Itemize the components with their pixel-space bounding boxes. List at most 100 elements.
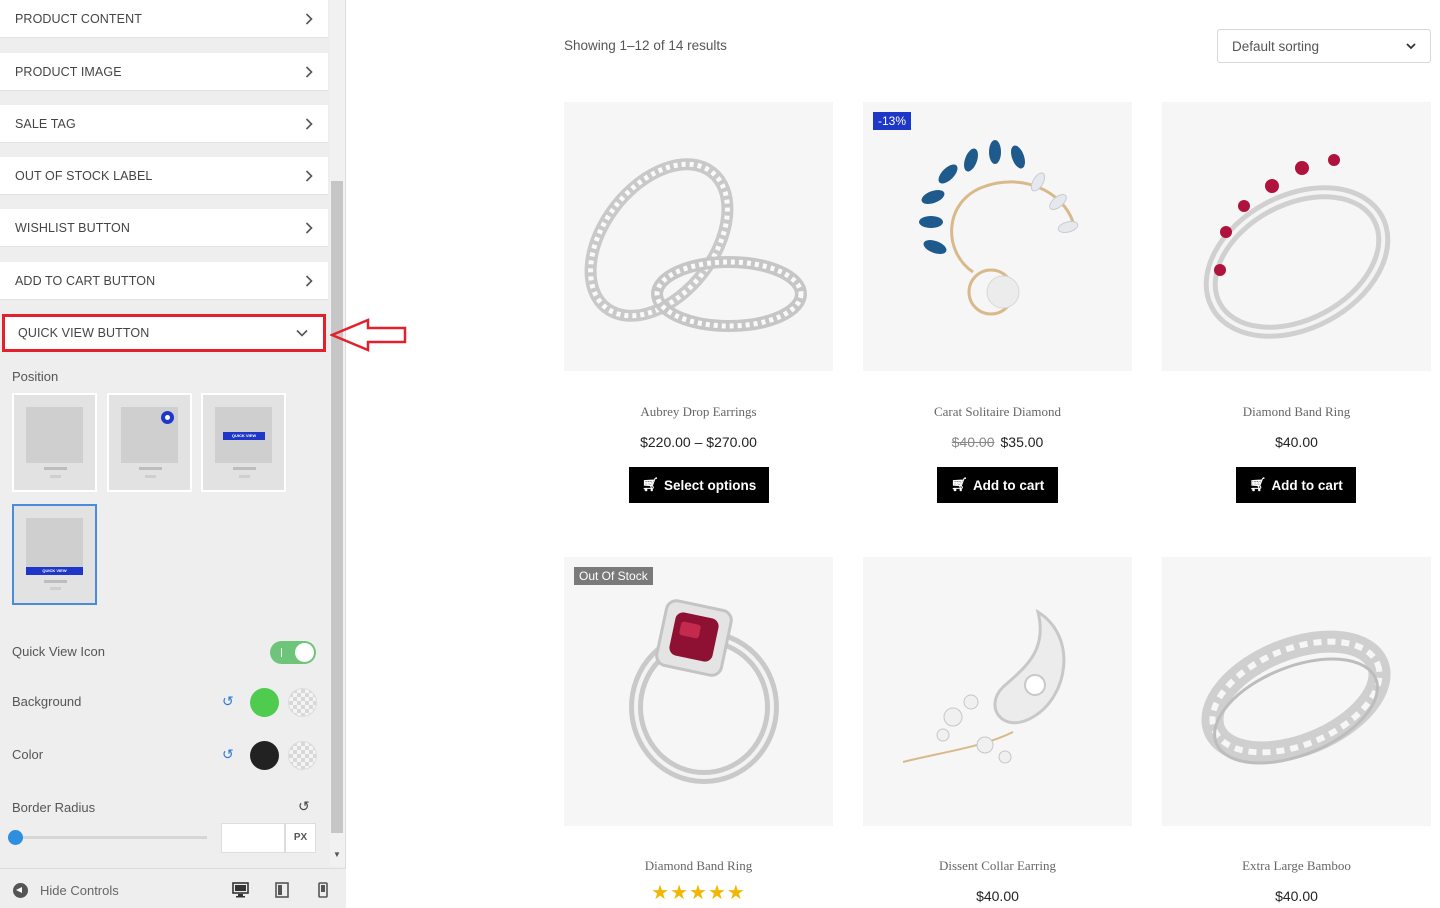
product-name[interactable]: Diamond Band Ring — [564, 858, 833, 874]
scroll-down-arrow-icon[interactable]: ▼ — [331, 850, 343, 864]
ruby-band-ring-image — [1203, 154, 1391, 339]
brooch-image — [919, 140, 1079, 316]
text-color-swatch[interactable] — [250, 741, 279, 770]
border-radius-unit[interactable]: PX — [285, 823, 316, 853]
product-image[interactable] — [1162, 557, 1431, 826]
sale-price: $35.00 — [1000, 434, 1044, 450]
diamond-collar-earring-image — [902, 608, 1066, 764]
chevron-right-icon — [305, 169, 313, 182]
product-name[interactable]: Extra Large Bamboo — [1162, 858, 1431, 874]
add-to-cart-button[interactable]: 🛒︎ Add to cart — [937, 467, 1058, 503]
chevron-down-icon — [1406, 42, 1416, 49]
border-radius-slider-track[interactable] — [16, 836, 207, 839]
position-option-bottom-bar[interactable]: QUICK VIEW — [12, 504, 97, 605]
sorting-select[interactable]: Default sorting — [1217, 29, 1431, 63]
position-label: Position — [12, 369, 59, 384]
thumb-line — [44, 580, 67, 583]
product-price: $40.00 — [976, 888, 1019, 904]
section-product-image[interactable]: PRODUCT IMAGE — [0, 53, 328, 91]
sidebar-scrollbar-thumb[interactable] — [331, 181, 343, 833]
mobile-preview-icon[interactable] — [318, 882, 328, 903]
section-product-content[interactable]: PRODUCT CONTENT — [0, 0, 328, 38]
hide-controls-icon[interactable] — [13, 883, 28, 898]
position-option-icon[interactable] — [107, 393, 192, 492]
chevron-right-icon — [305, 274, 313, 287]
button-label: Add to cart — [972, 477, 1045, 493]
product-image[interactable] — [564, 102, 833, 371]
quick-view-icon-toggle[interactable] — [270, 641, 316, 664]
product-name[interactable]: Diamond Band Ring — [1162, 404, 1431, 420]
section-add-to-cart-button[interactable]: ADD TO CART BUTTON — [0, 262, 328, 300]
section-label: PRODUCT CONTENT — [15, 11, 142, 26]
background-transparent-swatch[interactable] — [288, 688, 317, 717]
section-label: ADD TO CART BUTTON — [15, 273, 156, 288]
product-image[interactable]: Out Of Stock — [564, 557, 833, 826]
product-price: $40.00 — [1275, 888, 1318, 904]
chevron-right-icon — [305, 65, 313, 78]
product-name[interactable]: Carat Solitaire Diamond — [863, 404, 1132, 420]
product-image[interactable]: -13% — [863, 102, 1132, 371]
desktop-preview-icon[interactable] — [232, 882, 249, 903]
diamond-rings-image — [584, 158, 807, 332]
background-label: Background — [12, 694, 82, 709]
thumb-quick-view-button: QUICK VIEW — [223, 432, 265, 440]
section-wishlist-button[interactable]: WISHLIST BUTTON — [0, 209, 328, 247]
background-color-swatch[interactable] — [250, 688, 279, 717]
product-name[interactable]: Aubrey Drop Earrings — [564, 404, 833, 420]
product-price: $40.00 — [1275, 434, 1318, 450]
shop-preview: Showing 1–12 of 14 results Default sorti… — [346, 0, 1440, 908]
border-radius-slider-handle[interactable] — [8, 830, 23, 845]
section-label: SALE TAG — [15, 116, 76, 131]
thumb-quick-view-bar: QUICK VIEW — [26, 567, 83, 575]
chevron-right-icon — [305, 221, 313, 234]
cart-icon: 🛒︎ — [950, 477, 968, 492]
thumb-line — [44, 467, 67, 470]
border-radius-label: Border Radius — [12, 800, 96, 815]
sidebar-footer: Hide Controls — [0, 868, 346, 908]
cart-icon: 🛒︎ — [641, 477, 659, 492]
cart-icon: 🛒︎ — [1249, 477, 1267, 492]
position-option-center-button[interactable]: QUICK VIEW — [201, 393, 286, 492]
background-reset-icon[interactable]: ↺ — [222, 693, 234, 710]
thumb-line — [239, 475, 250, 478]
add-to-cart-button[interactable]: 🛒︎ Add to cart — [1236, 467, 1356, 503]
toggle-on-mark — [281, 648, 282, 657]
old-price: $40.00 — [951, 434, 995, 450]
section-sale-tag[interactable]: SALE TAG — [0, 105, 328, 143]
color-transparent-swatch[interactable] — [288, 741, 317, 770]
ruby-halo-ring-image — [629, 599, 779, 784]
border-radius-input[interactable] — [221, 823, 285, 853]
section-out-of-stock-label[interactable]: OUT OF STOCK LABEL — [0, 157, 328, 195]
button-label: Add to cart — [1271, 477, 1343, 493]
product-price: $220.00 – $270.00 — [640, 434, 757, 450]
toggle-knob — [295, 643, 314, 662]
select-options-button[interactable]: 🛒︎ Select options — [629, 467, 769, 503]
section-label: QUICK VIEW BUTTON — [18, 326, 150, 340]
sorting-selected-value: Default sorting — [1232, 38, 1320, 54]
section-quick-view-button[interactable]: QUICK VIEW BUTTON — [2, 314, 326, 352]
border-radius-reset-icon[interactable]: ↺ — [298, 798, 310, 815]
result-count: Showing 1–12 of 14 results — [564, 38, 727, 53]
position-option-none[interactable] — [12, 393, 97, 492]
section-label: PRODUCT IMAGE — [15, 64, 122, 79]
chevron-down-icon — [296, 329, 308, 337]
out-of-stock-badge: Out Of Stock — [574, 567, 653, 585]
section-label: WISHLIST BUTTON — [15, 220, 130, 235]
chevron-right-icon — [305, 117, 313, 130]
sale-badge: -13% — [873, 112, 912, 130]
thumb-line — [50, 475, 61, 478]
tablet-preview-icon[interactable] — [275, 882, 289, 903]
product-image[interactable] — [863, 557, 1132, 826]
product-name[interactable]: Dissent Collar Earring — [863, 858, 1132, 874]
button-label: Select options — [663, 477, 757, 493]
thumb-image — [26, 407, 83, 463]
product-image[interactable] — [1162, 102, 1431, 371]
product-price: $40.00 $35.00 — [863, 434, 1132, 450]
color-reset-icon[interactable]: ↺ — [222, 746, 234, 763]
hide-controls-button[interactable]: Hide Controls — [40, 883, 119, 898]
chevron-right-icon — [305, 12, 313, 25]
eye-icon — [161, 411, 174, 424]
color-label: Color — [12, 747, 44, 762]
star-rating-icon: ★★★★★ — [651, 882, 746, 904]
thumb-line — [233, 467, 256, 470]
